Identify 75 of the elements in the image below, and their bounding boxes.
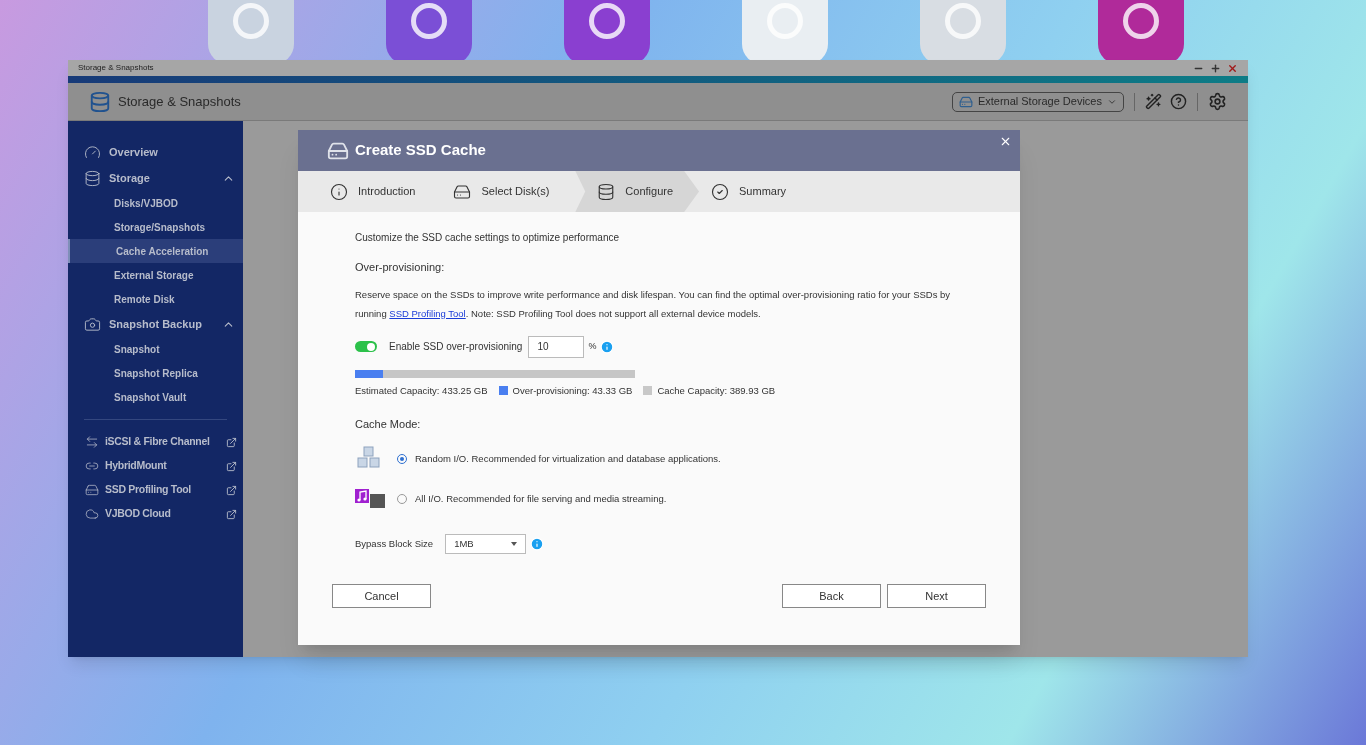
sidebar-subitem[interactable]: Remote Disk — [68, 287, 243, 311]
device-selector[interactable]: External Storage Devices — [951, 91, 1124, 112]
bypass-label: Bypass Block Size — [355, 537, 434, 552]
legend-label: Cache Capacity: 389.93 GB — [657, 383, 776, 398]
wizard-step: Configure — [575, 171, 700, 212]
database-icon — [597, 182, 616, 201]
sidebar-item[interactable]: Snapshot Backup — [68, 311, 243, 337]
sidebar-item[interactable]: Storage — [68, 165, 243, 191]
dialog-title: Create SSD Cache — [355, 140, 486, 161]
sidebar-subitem[interactable]: Snapshot — [68, 337, 243, 361]
close-icon[interactable] — [1227, 62, 1238, 74]
description-text: Reserve space on the SSDs to improve write performance and disk lifespan. You can find the optimal over-provisioning ratio for your SSDs by running SSD Profiling Tool. Note: SSD Profiling Tool does not support all external device models. — [355, 287, 952, 321]
sidebar-label: HybridMount — [105, 458, 168, 474]
link-icon — [85, 459, 99, 473]
drive-icon — [85, 483, 99, 497]
sidebar-label: iSCSI & Fibre Channel — [105, 434, 211, 450]
unit-label: % — [588, 339, 597, 353]
toggle-label: Enable SSD over-provisioning — [389, 340, 523, 354]
external-link-icon — [226, 508, 237, 520]
info-icon — [330, 182, 348, 201]
sidebar-subitem[interactable]: External Storage — [68, 263, 243, 287]
next-button[interactable]: Next — [887, 584, 986, 608]
sidebar-link[interactable]: iSCSI & Fibre Channel — [68, 430, 243, 454]
back-button[interactable]: Back — [782, 584, 881, 608]
legend-label: Over-provisioning: 43.33 GB — [512, 383, 633, 398]
magic-wand-icon[interactable] — [1145, 93, 1162, 110]
external-link-icon — [226, 460, 237, 472]
check-circle-icon — [711, 182, 730, 201]
cancel-button[interactable]: Cancel — [332, 584, 431, 608]
toggle-switch[interactable] — [355, 341, 377, 352]
block-size-dropdown[interactable]: 1MB — [445, 534, 527, 555]
section-heading: Over-provisioning: — [355, 260, 446, 275]
sidebar-link[interactable]: VJBOD Cloud — [68, 502, 243, 526]
radio-label: All I/O. Recommended for file serving and media streaming. — [415, 492, 667, 507]
info-icon[interactable] — [530, 537, 545, 552]
drive-icon — [958, 94, 973, 109]
database-icon — [84, 169, 101, 187]
intro-text: Customize the SSD cache settings to optimize performance — [355, 231, 620, 245]
section-heading: Cache Mode: — [355, 416, 422, 432]
sidebar-label: SSD Profiling Tool — [105, 482, 192, 498]
percent-field[interactable]: 10 — [528, 335, 585, 358]
drive-icon — [453, 182, 472, 201]
sidebar-label: Snapshot Backup — [109, 316, 203, 332]
media-icon — [355, 489, 385, 510]
help-icon[interactable] — [1170, 93, 1187, 110]
sidebar-subitem[interactable]: Snapshot Replica — [68, 361, 243, 385]
settings-icon[interactable] — [1208, 92, 1227, 111]
estimated-capacity: Estimated Capacity: 433.25 GB — [355, 383, 488, 398]
camera-icon — [84, 315, 101, 333]
info-icon[interactable] — [600, 339, 615, 354]
sidebar-subitem[interactable]: Storage/Snapshots — [68, 215, 243, 239]
sidebar-item[interactable]: Overview — [68, 139, 243, 165]
external-link-icon — [226, 484, 237, 496]
app-title: Storage & Snapshots — [118, 92, 241, 111]
arrows-icon — [85, 435, 99, 449]
close-icon[interactable] — [999, 135, 1012, 148]
sidebar-link[interactable]: SSD Profiling Tool — [68, 478, 243, 502]
sidebar-label: Overview — [109, 144, 159, 160]
storage-app-icon — [89, 90, 111, 113]
wizard-step: Select Disk(s) — [441, 171, 576, 212]
external-link-icon — [226, 436, 237, 448]
maximize-icon[interactable] — [1210, 62, 1221, 74]
sidebar-subitem[interactable]: Cache Acceleration — [68, 239, 243, 263]
sidebar-link[interactable]: HybridMount — [68, 454, 243, 478]
sidebar-subitem[interactable]: Snapshot Vault — [68, 385, 243, 409]
gauge-icon — [84, 143, 101, 161]
window-title: Storage & Snapshots — [78, 62, 154, 74]
sidebar-label: Storage — [109, 170, 151, 186]
sidebar-subitem[interactable]: Disks/VJBOD — [68, 191, 243, 215]
wizard-step: Summary — [699, 171, 813, 212]
profiling-tool-link[interactable]: SSD Profiling Tool — [389, 307, 466, 319]
radio-label: Random I/O. Recommended for virtualization and database applications. — [415, 452, 721, 467]
wizard-step: Introduction — [318, 171, 442, 212]
sidebar-label: VJBOD Cloud — [105, 506, 172, 522]
cloud-icon — [85, 507, 99, 521]
